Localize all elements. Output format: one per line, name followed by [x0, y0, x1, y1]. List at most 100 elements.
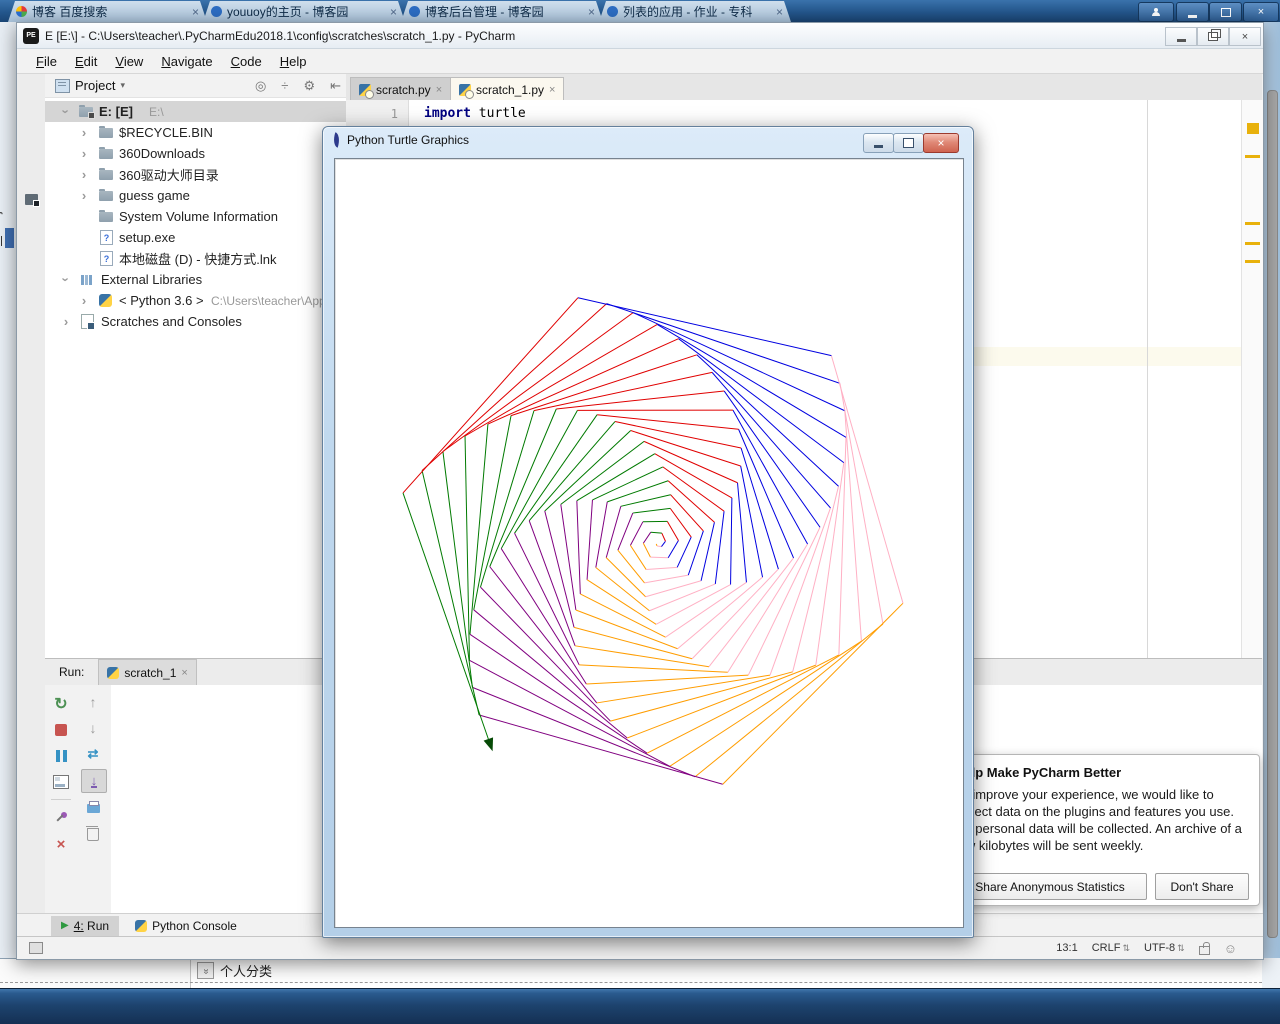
chevron-down-icon[interactable]: ▾: [120, 80, 125, 91]
tab-close-icon[interactable]: ×: [388, 5, 399, 19]
editor-error-stripe[interactable]: [1241, 100, 1263, 658]
run-tool-button[interactable]: ▶ 4: Run: [51, 916, 119, 936]
folder-icon: [99, 191, 113, 201]
tree-item-setup-exe[interactable]: ? setup.exe: [45, 227, 346, 248]
collapse-section-button[interactable]: »: [197, 962, 214, 979]
pycharm-app-icon: PE: [23, 28, 39, 44]
editor-tab-scratch[interactable]: scratch.py ×: [350, 77, 451, 101]
warning-marker[interactable]: [1245, 260, 1260, 263]
tab-close-icon[interactable]: ×: [190, 5, 201, 19]
pycharm-minimize-button[interactable]: [1165, 27, 1197, 46]
menu-edit[interactable]: Edit: [66, 51, 106, 72]
pycharm-title-bar[interactable]: PE E [E:\] - C:\Users\teacher\.PyCharmEd…: [17, 23, 1263, 49]
dont-share-button[interactable]: Don't Share: [1155, 873, 1249, 900]
share-statistics-button[interactable]: Share Anonymous Statistics: [953, 873, 1147, 900]
tree-item-guess-game[interactable]: › guess game: [45, 185, 346, 206]
tree-item-system-volume-information[interactable]: System Volume Information: [45, 206, 346, 227]
browser-close-button[interactable]: ×: [1243, 2, 1279, 22]
browser-tab-4[interactable]: 列表的应用 - 作业 - 专科 ×: [599, 1, 791, 22]
chevron-collapsed-icon[interactable]: ›: [79, 167, 89, 182]
pause-button[interactable]: [49, 745, 73, 767]
restore-layout-button[interactable]: [49, 771, 73, 793]
collapse-all-icon[interactable]: ÷: [276, 78, 293, 93]
chevron-expanded-icon[interactable]: ›: [59, 275, 74, 285]
clear-all-button[interactable]: [81, 823, 105, 845]
chevron-collapsed-icon[interactable]: ›: [79, 125, 89, 140]
chevron-collapsed-icon[interactable]: ›: [79, 188, 89, 203]
restore-icon: [1208, 32, 1218, 41]
warning-marker[interactable]: [1247, 123, 1259, 134]
down-stack-trace-button[interactable]: ↓: [81, 717, 105, 739]
warning-marker[interactable]: [1245, 242, 1260, 245]
locate-file-icon[interactable]: ◎: [250, 78, 271, 94]
editor-tab-bar: scratch.py × scratch_1.py ×: [346, 74, 1262, 101]
maximize-icon: [903, 138, 914, 148]
tab-close-icon[interactable]: ×: [181, 667, 187, 679]
editor-tab-scratch-1[interactable]: scratch_1.py ×: [450, 77, 564, 101]
project-stripe-button[interactable]: 1: Project: [0, 156, 9, 246]
soft-wrap-button[interactable]: ⇄: [81, 743, 105, 765]
browser-user-button[interactable]: [1138, 2, 1174, 22]
chevron-collapsed-icon[interactable]: ›: [79, 146, 89, 161]
tree-item-local-disk-lnk[interactable]: ? 本地磁盘 (D) - 快捷方式.lnk: [45, 248, 346, 269]
menu-navigate[interactable]: Navigate: [152, 51, 221, 72]
menu-help[interactable]: Help: [271, 51, 316, 72]
warning-marker[interactable]: [1245, 222, 1260, 225]
lock-icon[interactable]: [1199, 946, 1210, 955]
turtle-maximize-button[interactable]: [893, 133, 924, 153]
browser-tab-3[interactable]: 博客后台管理 - 博客园 ×: [401, 1, 603, 22]
printer-icon: [87, 804, 100, 813]
up-stack-trace-button[interactable]: ↑: [81, 691, 105, 713]
print-button[interactable]: [81, 797, 105, 819]
turtle-spiral-drawing: [335, 159, 963, 927]
tree-item-external-libraries[interactable]: › External Libraries: [45, 269, 346, 290]
browser-tab-2[interactable]: youuoy的主页 - 博客园 ×: [203, 1, 405, 22]
chevron-collapsed-icon[interactable]: ›: [79, 293, 89, 308]
tab-close-icon[interactable]: ×: [436, 84, 442, 96]
chevron-expanded-icon[interactable]: ›: [59, 107, 74, 117]
menu-code[interactable]: Code: [222, 51, 271, 72]
browser-maximize-button[interactable]: [1209, 2, 1242, 22]
caret-position[interactable]: 13:1: [1056, 942, 1077, 954]
gear-icon[interactable]: ⚙: [298, 78, 320, 94]
encoding-selector[interactable]: UTF-8⇅: [1144, 942, 1185, 954]
turtle-minimize-button[interactable]: [863, 133, 894, 153]
tree-item-python-36[interactable]: › < Python 3.6 > C:\Users\teacher\App: [45, 290, 346, 311]
tree-item-360downloads[interactable]: › 360Downloads: [45, 143, 346, 164]
run-tab-scratch-1[interactable]: scratch_1 ×: [98, 659, 196, 685]
rerun-button[interactable]: ↻: [49, 693, 73, 715]
turtle-close-button[interactable]: ×: [923, 133, 959, 153]
page-category-label[interactable]: 个人分类: [220, 961, 272, 980]
menu-view[interactable]: View: [106, 51, 152, 72]
python-console-button[interactable]: Python Console: [125, 916, 247, 936]
hector-icon[interactable]: ☺: [1224, 941, 1237, 956]
project-panel-title[interactable]: Project: [75, 78, 115, 93]
turtle-title-bar[interactable]: Python Turtle Graphics: [333, 133, 469, 147]
hide-panel-icon[interactable]: ⇤: [325, 78, 346, 94]
tab-close-icon[interactable]: ×: [549, 84, 555, 96]
tree-item-360-driver-dir[interactable]: › 360驱动大师目录: [45, 164, 346, 185]
line-separator-selector[interactable]: CRLF⇅: [1092, 942, 1130, 954]
structure-icon[interactable]: [25, 194, 38, 205]
warning-marker[interactable]: [1245, 155, 1260, 158]
pycharm-restore-button[interactable]: [1197, 27, 1229, 46]
pause-icon: [55, 750, 67, 762]
tab-close-icon[interactable]: ×: [586, 5, 597, 19]
pin-tab-button[interactable]: [49, 807, 73, 829]
toolwindow-toggle-icon[interactable]: [29, 942, 43, 954]
browser-tab-title: youuoy的主页 - 博客园: [227, 3, 348, 20]
browser-scrollbar[interactable]: [1267, 90, 1278, 938]
folder-icon: [99, 128, 113, 138]
tab-close-icon[interactable]: ×: [774, 5, 785, 19]
scroll-to-end-button[interactable]: ↓: [81, 769, 107, 793]
browser-tab-1[interactable]: 博客 百度搜索 ×: [8, 1, 207, 22]
pycharm-close-button[interactable]: ×: [1229, 27, 1261, 46]
tree-item-scratches-and-consoles[interactable]: › Scratches and Consoles: [45, 311, 346, 332]
stop-button[interactable]: [49, 719, 73, 741]
browser-minimize-button[interactable]: [1176, 2, 1209, 22]
chevron-collapsed-icon[interactable]: ›: [61, 314, 71, 329]
close-panel-button[interactable]: ×: [49, 833, 73, 855]
tree-item-recycle-bin[interactable]: › $RECYCLE.BIN: [45, 122, 346, 143]
menu-file[interactable]: File: [27, 51, 66, 72]
tree-item-drive-e[interactable]: › E: [E] E:\: [45, 101, 346, 122]
